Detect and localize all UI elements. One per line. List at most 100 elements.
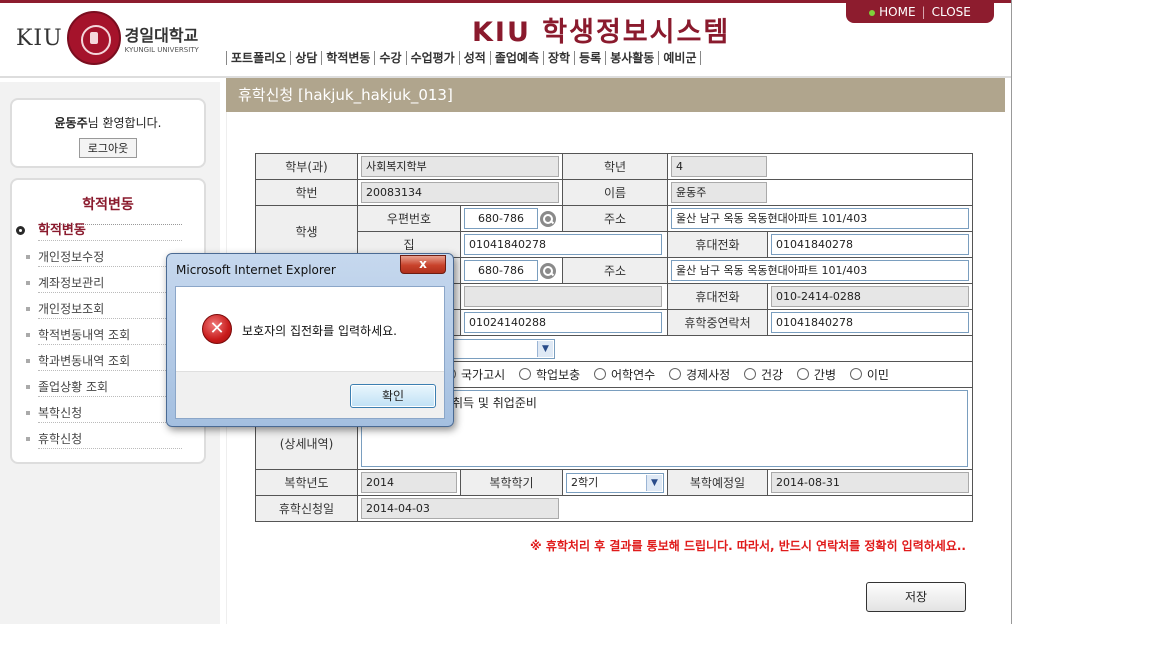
save-button[interactable]: 저장	[866, 582, 966, 612]
alert-dialog: Microsoft Internet Explorer x ✕ 보호자의 집전화…	[166, 253, 454, 427]
return-date-label: 복학예정일	[667, 469, 768, 496]
radio-icon	[669, 368, 681, 381]
apply-date-label: 휴학신청일	[255, 495, 358, 522]
university-logo[interactable]: KIU 경일대학교 KYUNGIL UNIVERSITY	[16, 10, 199, 66]
menu-academic-change[interactable]: 학적변동	[321, 51, 374, 65]
chevron-down-icon: ▼	[646, 474, 662, 491]
leave-contact-input[interactable]: 01041840278	[771, 312, 969, 333]
dept-field: 사회복지학부	[361, 156, 559, 177]
return-term-select[interactable]: 2학기 ▼	[566, 472, 664, 493]
menu-evaluation[interactable]: 수업평가	[405, 51, 459, 65]
logo-kiu-text: KIU	[16, 25, 63, 51]
mobile-label: 휴대전화	[667, 231, 768, 258]
menu-counsel[interactable]: 상담	[290, 51, 321, 65]
guardian-address-input[interactable]: 울산 남구 옥동 옥동현대아파트 101/403	[671, 260, 969, 281]
reason-radio-care[interactable]: 간병	[796, 366, 836, 383]
addr-label: 주소	[562, 205, 668, 232]
dept-label: 학부(과)	[255, 153, 358, 180]
search-icon[interactable]	[540, 262, 556, 279]
apply-date-field: 2014-04-03	[361, 498, 559, 519]
year-field: 4	[671, 156, 767, 177]
radio-icon	[849, 368, 862, 381]
menu-volunteer[interactable]: 봉사활동	[605, 51, 658, 65]
sidebar-section-title: 학적변동	[82, 197, 134, 213]
welcome-text: 윤동주님 환영합니다.	[54, 116, 162, 130]
menu-portfolio[interactable]: 포트폴리오	[226, 51, 290, 65]
reason-radio-economy[interactable]: 경제사정	[669, 366, 730, 383]
zip-input[interactable]: 680-786	[464, 208, 538, 229]
zip-label: 우편번호	[357, 205, 461, 232]
sidebar-item-account[interactable]: 계좌정보관리	[10, 270, 190, 296]
home-phone-input[interactable]: 01041840278	[464, 234, 662, 255]
page-title: 휴학신청 [hakjuk_hakjuk_013]	[226, 78, 1005, 112]
return-year-label: 복학년도	[255, 469, 358, 496]
radio-icon	[744, 368, 756, 381]
id-label: 학번	[255, 179, 358, 206]
sidebar-item-graduation[interactable]: 졸업상황 조회	[10, 374, 190, 400]
sidebar-item-change-history[interactable]: 학적변동내역 조회	[10, 322, 190, 348]
dialog-body: ✕ 보호자의 집전화를 입력하세요. 확인	[175, 286, 445, 419]
bullet-icon	[26, 333, 30, 337]
return-term-label: 복학학기	[460, 469, 563, 496]
bullet-icon	[26, 255, 30, 259]
mobile-input[interactable]: 01041840278	[771, 234, 969, 255]
sidebar-item-dept-history[interactable]: 학과변동내역 조회	[10, 348, 190, 374]
logout-button[interactable]: 로그아웃	[78, 138, 138, 158]
bullet-icon	[26, 437, 30, 441]
menu-enroll[interactable]: 수강	[374, 51, 405, 65]
contact-phone-input[interactable]: 01024140288	[464, 312, 662, 333]
menu-registration[interactable]: 등록	[574, 51, 605, 65]
menu-graduation[interactable]: 졸업예측	[489, 51, 543, 65]
radio-icon	[519, 368, 531, 381]
name-field: 윤동주	[671, 182, 767, 203]
ok-button[interactable]: 확인	[350, 384, 436, 408]
sidebar-item-leave[interactable]: 휴학신청	[10, 426, 190, 452]
guardian-addr-label: 주소	[562, 257, 668, 284]
guardian-mobile-input[interactable]: 010-2414-0288	[771, 286, 969, 307]
menu-scholarship[interactable]: 장학	[543, 51, 574, 65]
sidebar-item-return[interactable]: 복학신청	[10, 400, 190, 426]
sidebar-item-view-info[interactable]: 개인정보조회	[10, 296, 190, 322]
guardian-mobile-label: 휴대전화	[667, 283, 768, 310]
bullet-icon	[26, 307, 30, 311]
leave-contact-label: 휴학중연락처	[667, 309, 768, 336]
radio-icon	[796, 368, 809, 381]
reason-radio-health[interactable]: 건강	[744, 366, 783, 383]
bullet-icon	[26, 281, 30, 285]
guardian-home-phone-input[interactable]	[464, 286, 662, 307]
university-name-en: KYUNGIL UNIVERSITY	[124, 46, 199, 54]
return-date-field[interactable]: 2014-08-31	[771, 472, 969, 493]
address-input[interactable]: 울산 남구 옥동 옥동현대아파트 101/403	[671, 208, 969, 229]
sidebar-item-academic-change[interactable]: 학적변동	[10, 218, 190, 244]
top-menu: 포트폴리오 상담 학적변동 수강 수업평가 성적 졸업예측 장학 등록 봉사활동…	[226, 51, 702, 65]
return-year-field[interactable]: 2014	[361, 472, 457, 493]
welcome-box: 윤동주님 환영합니다. 로그아웃	[10, 98, 206, 168]
dialog-message: 보호자의 집전화를 입력하세요.	[242, 324, 397, 338]
student-label: 학생	[255, 205, 358, 258]
guardian-zip-input[interactable]: 680-786	[464, 260, 538, 281]
active-bullet-icon	[16, 226, 25, 235]
dialog-footer: 확인	[176, 371, 444, 418]
sidebar-item-edit-info[interactable]: 개인정보수정	[10, 244, 190, 270]
radio-icon	[594, 368, 606, 381]
bullet-icon	[26, 385, 30, 389]
close-link[interactable]: CLOSE	[932, 5, 971, 19]
dialog-close-button[interactable]: x	[400, 255, 446, 274]
bullet-icon	[26, 359, 30, 363]
reason-radio-emigration[interactable]: 이민	[849, 366, 889, 383]
year-label: 학년	[562, 153, 668, 180]
sidebar-nav: 학적변동 개인정보수정 계좌정보관리 개인정보조회 학적변동내역 조회 학과변동…	[10, 218, 190, 452]
browser-page: KIU 경일대학교 KYUNGIL UNIVERSITY KIU 학생정보시스템…	[0, 0, 1012, 624]
menu-reserve[interactable]: 예비군	[658, 51, 702, 65]
reason-radio-language[interactable]: 어학연수	[594, 366, 655, 383]
notice-text: ※ 휴학처리 후 결과를 통보해 드립니다. 따라서, 반드시 연락처를 정확히…	[529, 539, 966, 553]
reason-radio-study[interactable]: 학업보충	[519, 366, 580, 383]
student-id-field: 20083134	[361, 182, 559, 203]
error-icon: ✕	[202, 314, 232, 344]
green-dot-icon	[869, 9, 876, 16]
search-icon[interactable]	[540, 210, 556, 227]
home-link[interactable]: HOME	[869, 5, 916, 19]
bullet-icon	[26, 411, 30, 415]
dialog-title: Microsoft Internet Explorer	[176, 263, 336, 277]
menu-grades[interactable]: 성적	[458, 51, 490, 65]
